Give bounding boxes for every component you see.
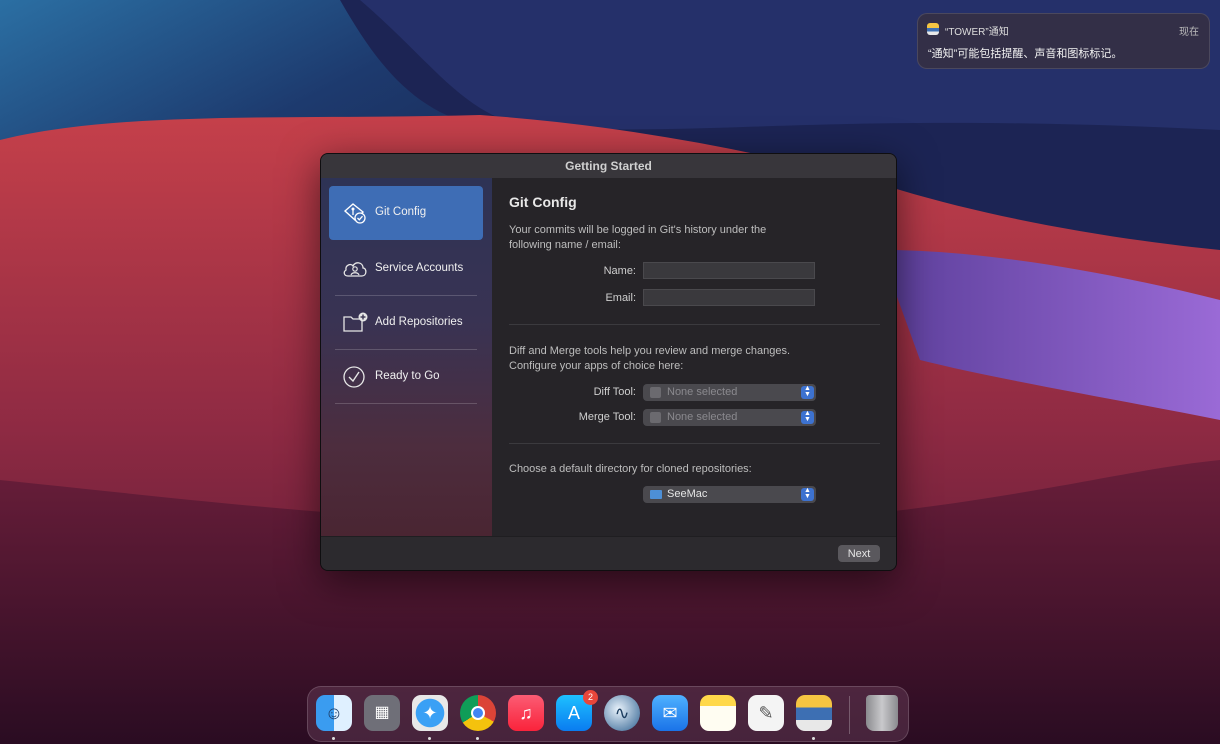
trash-icon[interactable]: [866, 695, 898, 731]
music-icon[interactable]: ♫: [508, 695, 544, 731]
running-indicator: [812, 737, 815, 740]
finder-icon[interactable]: ☺: [316, 695, 352, 731]
notification-banner[interactable]: “TOWER”通知 现在 “通知”可能包括提醒、声音和图标标记。: [917, 13, 1210, 69]
git-config-icon: [343, 203, 366, 224]
chevron-updown-icon: ▲ ▼: [801, 487, 814, 501]
window-titlebar[interactable]: Getting Started: [321, 154, 896, 179]
folder-icon: [650, 490, 662, 499]
textedit-icon[interactable]: ✎: [748, 695, 784, 731]
window-footer: Next: [321, 536, 896, 570]
app-store-icon[interactable]: A 2: [556, 690, 598, 731]
checkmark-circle-icon: [343, 366, 365, 388]
notification-message: “通知”可能包括提醒、声音和图标标记。: [928, 48, 1123, 60]
window-title: Getting Started: [565, 159, 652, 173]
dock: ☺ ▦ ✦ ♫ A 2 ∿ ✉ ✎: [307, 686, 909, 742]
section-divider: [509, 443, 880, 444]
sidebar-divider: [335, 403, 477, 404]
cloud-user-icon: [343, 262, 367, 277]
sidebar-item-git-config[interactable]: Git Config: [329, 186, 483, 240]
merge-tool-value: None selected: [667, 411, 738, 423]
merge-tool-label: Merge Tool:: [578, 411, 636, 423]
clone-directory-select[interactable]: SeeMac ▲ ▼: [643, 486, 816, 503]
seamonkey-icon[interactable]: ∿: [604, 695, 640, 731]
diff-tool-select[interactable]: None selected ▲ ▼: [643, 384, 816, 401]
next-button[interactable]: Next: [838, 545, 880, 562]
folder-add-icon: [343, 312, 368, 332]
setup-sidebar: Git Config Service Accounts Add Reposito…: [321, 178, 492, 536]
name-field[interactable]: [643, 262, 815, 279]
panel-heading: Git Config: [509, 194, 577, 210]
chrome-icon[interactable]: [460, 695, 496, 731]
sidebar-item-ready-to-go[interactable]: Ready to Go: [329, 350, 483, 404]
getting-started-window: Getting Started Git Config Service Accou…: [320, 153, 897, 571]
safari-icon[interactable]: ✦: [412, 695, 448, 731]
chevron-updown-icon: ▲ ▼: [801, 410, 814, 424]
tower-icon[interactable]: [796, 695, 832, 731]
directory-description: Choose a default directory for cloned re…: [509, 463, 752, 475]
sidebar-item-add-repositories[interactable]: Add Repositories: [329, 296, 483, 350]
sidebar-item-label: Git Config: [375, 206, 427, 218]
section-divider: [509, 324, 880, 325]
sidebar-item-label: Service Accounts: [375, 262, 464, 274]
running-indicator: [476, 737, 479, 740]
running-indicator: [332, 737, 335, 740]
app-placeholder-icon: [650, 412, 661, 423]
merge-tool-select[interactable]: None selected ▲ ▼: [643, 409, 816, 426]
notification-badge: 2: [583, 690, 598, 705]
diff-tool-value: None selected: [667, 386, 738, 398]
chevron-updown-icon: ▲ ▼: [801, 385, 814, 399]
app-placeholder-icon: [650, 387, 661, 398]
notification-app-name: “TOWER”通知: [945, 27, 1009, 38]
dock-separator: [849, 696, 850, 734]
sidebar-item-label: Add Repositories: [375, 316, 463, 328]
sidebar-item-label: Ready to Go: [375, 370, 440, 382]
clone-directory-value: SeeMac: [667, 488, 708, 500]
email-label: Email:: [605, 292, 636, 304]
name-label: Name:: [603, 265, 636, 277]
running-indicator: [428, 737, 431, 740]
sidebar-item-service-accounts[interactable]: Service Accounts: [329, 242, 483, 296]
identity-description: Your commits will be logged in Git's his…: [509, 224, 767, 251]
notification-time: 现在: [1179, 27, 1199, 38]
tower-app-icon: [927, 23, 939, 35]
git-config-panel: Git Config Your commits will be logged i…: [492, 178, 896, 536]
diff-tool-label: Diff Tool:: [593, 386, 636, 398]
tools-description: Diff and Merge tools help you review and…: [509, 345, 791, 372]
notes-icon[interactable]: [700, 695, 736, 731]
mail-icon[interactable]: ✉: [652, 695, 688, 731]
email-field[interactable]: [643, 289, 815, 306]
launchpad-icon[interactable]: ▦: [364, 695, 400, 731]
